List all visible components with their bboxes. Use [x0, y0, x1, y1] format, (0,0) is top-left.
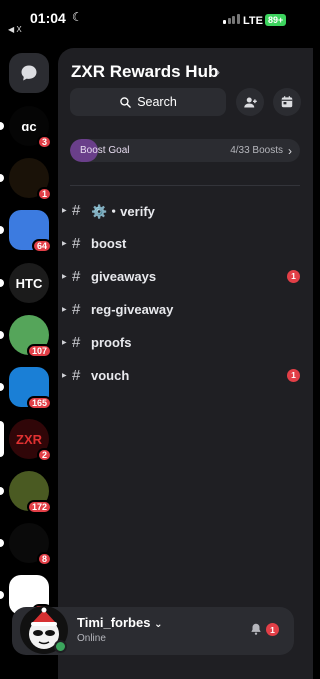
search-icon: [120, 96, 131, 108]
unread-indicator: [0, 591, 4, 599]
hash-icon: #: [72, 300, 81, 318]
unread-indicator: [0, 539, 4, 547]
status-bar: 01:04 ☾ ◀ X LTE 89+: [0, 0, 313, 44]
unread-indicator: [0, 383, 4, 391]
calendar-icon: [281, 96, 293, 108]
moon-icon: ☾: [72, 10, 83, 24]
hash-icon: #: [72, 333, 81, 351]
notification-badge: 1: [266, 623, 279, 636]
server-goku[interactable]: 64: [0, 210, 52, 253]
server-rail: ɑc3164HTC107165ZXR2172858: [0, 48, 58, 623]
search-label: Search: [137, 95, 177, 109]
guild-name[interactable]: ZXR Rewards Hub: [71, 62, 218, 82]
mention-badge: 64: [31, 239, 52, 253]
channel-panel: ZXR Rewards Hub › Search Boost Goal 4/33…: [58, 48, 313, 679]
unread-badge: 1: [287, 368, 300, 382]
mention-badge: 3: [36, 135, 52, 149]
chat-bubble-icon: [21, 65, 37, 81]
caret-right-icon: ▶: [62, 306, 67, 313]
network-type: LTE: [243, 15, 263, 27]
channel-name: proofs: [91, 334, 132, 350]
channel-name: giveaways: [91, 268, 157, 284]
channel-item[interactable]: ▶ # proofs: [58, 330, 313, 354]
hash-icon: #: [72, 267, 81, 285]
channel-item[interactable]: ▶ # ⚙️・verify: [58, 198, 313, 222]
channel-name: ⚙️・verify: [91, 203, 155, 219]
mention-badge: 165: [26, 396, 52, 410]
boost-count: 4/33 Boosts ›: [230, 144, 292, 158]
signal-icon: [223, 14, 240, 24]
invite-button[interactable]: [236, 88, 264, 116]
caret-right-icon: ▶: [62, 240, 67, 247]
mention-badge: 2: [36, 448, 52, 462]
server-green[interactable]: 107: [0, 315, 52, 358]
mention-badge: 8: [36, 552, 52, 566]
server-icon: HTC: [9, 263, 49, 303]
channel-name: vouch: [91, 367, 130, 383]
unread-indicator: [0, 331, 4, 339]
channel-name: boost: [91, 235, 127, 251]
direct-messages-button[interactable]: [9, 53, 49, 93]
mention-badge: 172: [26, 500, 52, 514]
server-zxr[interactable]: ZXR 2: [0, 419, 52, 462]
channel-name: reg-giveaway: [91, 301, 174, 317]
add-member-icon: [243, 97, 257, 107]
unread-indicator: [0, 279, 4, 287]
hash-icon: #: [72, 201, 81, 219]
unread-badge: 1: [287, 269, 300, 283]
user-status: Online: [77, 633, 106, 644]
server-htc[interactable]: HTC: [0, 263, 49, 303]
bell-icon[interactable]: [249, 622, 263, 636]
chevron-right-icon[interactable]: ›: [216, 65, 220, 79]
hash-icon: #: [72, 234, 81, 252]
boost-goal-bar[interactable]: Boost Goal 4/33 Boosts ›: [70, 139, 300, 162]
server-box[interactable]: 1: [0, 158, 52, 201]
back-to-app[interactable]: ◀ X: [8, 25, 22, 34]
server-star[interactable]: 8: [0, 523, 52, 566]
battery-indicator: 89+: [265, 14, 287, 26]
channel-item[interactable]: ▶ # giveaways 1: [58, 264, 313, 288]
channel-item[interactable]: ▶ # vouch 1: [58, 363, 313, 387]
chevron-down-icon: ⌄: [154, 619, 163, 630]
online-status-indicator: [54, 640, 67, 653]
boost-goal-label: Boost Goal: [80, 145, 130, 156]
mention-badge: 107: [26, 344, 52, 358]
hash-icon: #: [72, 366, 81, 384]
server-portrait[interactable]: 165: [0, 367, 52, 410]
server-ac[interactable]: ɑc 3: [0, 106, 52, 149]
caret-right-icon: ▶: [62, 372, 67, 379]
server-character[interactable]: 172: [0, 471, 52, 514]
events-button[interactable]: [273, 88, 301, 116]
channel-item[interactable]: ▶ # reg-giveaway: [58, 297, 313, 321]
channel-item[interactable]: ▶ # boost: [58, 231, 313, 255]
caret-right-icon: ▶: [62, 273, 67, 280]
unread-indicator: [0, 174, 4, 182]
status-time: 01:04: [30, 10, 66, 26]
unread-indicator: [0, 487, 4, 495]
caret-right-icon: ▶: [62, 339, 67, 346]
search-button[interactable]: Search: [70, 88, 226, 116]
unread-indicator: [0, 226, 4, 234]
unread-indicator: [0, 421, 4, 457]
caret-right-icon: ▶: [62, 207, 67, 214]
unread-indicator: [0, 122, 4, 130]
boost-count-text: 4/33 Boosts: [230, 145, 283, 156]
divider: [70, 185, 300, 186]
chevron-right-icon: ›: [288, 143, 292, 158]
mention-badge: 1: [36, 187, 52, 201]
username[interactable]: Timi_forbes ⌄: [77, 615, 162, 630]
